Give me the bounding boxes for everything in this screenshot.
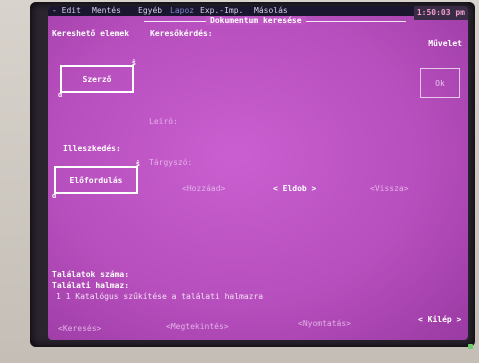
menu-item-mentes[interactable]: Mentés (92, 6, 121, 15)
monitor-power-light (468, 344, 473, 349)
box-corner-mark: ď (52, 192, 57, 200)
operation-header: Művelet (428, 39, 462, 48)
menu-item-lapoz[interactable]: Lapoz (170, 6, 194, 15)
result-set-label: Találati halmaz: (52, 281, 130, 290)
searchable-elements-header: Kereshető elemek (52, 29, 130, 38)
terminal-screen: - Edit Mentés Egyéb Lapoz Exp.-Imp. Máso… (48, 6, 468, 340)
print-button[interactable]: <Nyomtatás> (298, 319, 351, 328)
box-corner-mark: ŝ (131, 59, 136, 67)
query-header: Keresőkérdés: (150, 29, 213, 38)
subject-label: Tárgyszó: (149, 158, 193, 167)
search-button[interactable]: <Keresés> (58, 324, 101, 333)
menu-bar: - Edit Mentés Egyéb Lapoz Exp.-Imp. Máso… (48, 6, 468, 16)
result-count-label: Találatok száma: (52, 270, 130, 279)
box-corner-mark: ŝ (135, 160, 140, 168)
monitor: - Edit Mentés Egyéb Lapoz Exp.-Imp. Máso… (0, 0, 479, 363)
ok-button-label: Ok (435, 78, 445, 88)
author-button[interactable]: Szerző ŝ ď (58, 59, 136, 99)
view-button[interactable]: <Megtekintés> (166, 322, 229, 331)
menu-item-masolas[interactable]: Másolás (254, 6, 288, 15)
descriptor-label: Leíró: (149, 117, 178, 126)
occurrence-button[interactable]: Előfordulás ŝ ď (52, 160, 140, 200)
join-label: Illeszkedés: (63, 144, 121, 153)
menu-item-export-import[interactable]: Exp.-Imp. (200, 6, 243, 15)
result-set-description: 1 1 Katalógus szűkítése a találati halma… (56, 292, 264, 301)
menu-item-egyeb[interactable]: Egyéb (138, 6, 162, 15)
back-button[interactable]: <Vissza> (370, 184, 409, 193)
add-button[interactable]: <Hozzáad> (182, 184, 225, 193)
ok-button[interactable]: Ok (420, 68, 460, 98)
clock: 1:50:03 pm (413, 6, 468, 20)
remove-button[interactable]: < Eldob > (273, 184, 316, 193)
box-corner-mark: ď (58, 91, 63, 99)
menu-item-edit[interactable]: - Edit (52, 6, 81, 15)
window-title: Dokumentum keresése (206, 16, 306, 25)
occurrence-button-label: Előfordulás (69, 175, 123, 185)
author-button-label: Szerző (82, 74, 112, 84)
exit-button[interactable]: < Kilép > (418, 315, 461, 324)
